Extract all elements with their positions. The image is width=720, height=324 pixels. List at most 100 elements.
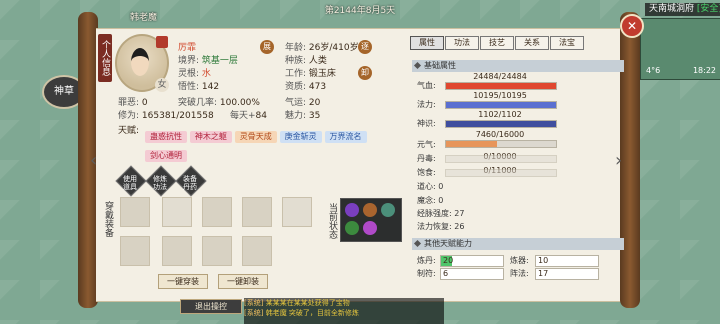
sense-bar: [445, 120, 557, 128]
yuan-bar-fill: [446, 141, 498, 147]
pill-poison-label: 丹毒:: [417, 154, 436, 163]
insight-row: 悟性: 142: [178, 82, 220, 92]
alchemy-label: 炼丹:: [417, 256, 436, 265]
luck-row: 气运: 20: [285, 98, 321, 108]
close-icon[interactable]: ✕: [620, 14, 644, 38]
minimap[interactable]: 4°6 18:22: [640, 18, 720, 80]
formation-value: 17: [535, 268, 599, 280]
status-tab: 当前状态: [327, 203, 337, 239]
recovery-row: 法力恢复: 26: [417, 222, 465, 231]
pill-poison-bar: [445, 155, 557, 163]
expand-button[interactable]: 展: [260, 40, 274, 54]
tab-personal-info[interactable]: 个人信息: [98, 34, 112, 82]
hunger-bar: [445, 169, 557, 177]
chat-line-2: [系统] 韩老魔 突破了，目前全新修炼: [244, 309, 359, 317]
minimap-coordinate: 4°6: [646, 66, 661, 75]
job-row: 工作: 锻玉床: [285, 69, 336, 79]
buff-icon-3[interactable]: [381, 203, 395, 217]
exit-control-button[interactable]: 退出操控: [180, 299, 242, 314]
train-skill-label: 修炼功法: [153, 175, 167, 191]
yuan-label: 元气:: [417, 140, 436, 149]
game-date: 第2144年8月5天: [324, 6, 396, 16]
equip-all-button[interactable]: 一键穿装: [158, 274, 208, 289]
hp-value: 24484/24484: [473, 72, 527, 81]
basic-attributes-header: 基础属性: [412, 60, 624, 72]
equip-slot-7[interactable]: [162, 236, 192, 266]
minimap-time: 18:22: [692, 66, 716, 75]
hp-bar: [445, 82, 557, 90]
mp-bar: [445, 101, 557, 109]
daily-row: 每天+84: [230, 111, 267, 121]
other-talents-header: 其他天赋能力: [412, 238, 624, 250]
meridian-row: 经脉强度: 27: [417, 209, 465, 218]
aptitude-row: 资质: 473: [285, 82, 327, 92]
hp-bar-fill: [446, 83, 556, 89]
chevron-right-icon[interactable]: ›: [615, 150, 627, 172]
status-icons: [340, 198, 402, 242]
equip-slot-1[interactable]: [120, 197, 150, 227]
chase-button[interactable]: 逐: [358, 40, 372, 54]
equip-slot-3[interactable]: [202, 197, 232, 227]
profile-name: 厉霏: [178, 43, 197, 53]
talisman-label: 制符:: [417, 269, 436, 278]
diamond-icon: [413, 61, 422, 70]
sense-value: 1102/1102: [478, 110, 522, 119]
talent-tag-5[interactable]: 万界流名: [324, 131, 367, 143]
equip-slot-6[interactable]: [120, 236, 150, 266]
talent-tag-2[interactable]: 神木之躯: [189, 131, 232, 143]
location-label[interactable]: 天南城洞府 [安全]: [645, 3, 720, 16]
sense-bar-fill: [446, 121, 556, 127]
tab-skills[interactable]: 功法: [445, 36, 479, 50]
sense-label: 神识:: [417, 119, 436, 128]
equip-slot-4[interactable]: [242, 197, 272, 227]
forging-label: 炼器:: [510, 256, 529, 265]
equip-slot-5[interactable]: [282, 197, 312, 227]
tab-arts[interactable]: 技艺: [480, 36, 514, 50]
break-row: 突破几率: 100.00%: [178, 98, 260, 108]
alchemy-value: 20: [440, 255, 504, 267]
talent-tag-3[interactable]: 灵骨天成: [234, 131, 277, 143]
equip-slot-9[interactable]: [242, 236, 272, 266]
chat-line-1: [系统] 某某某在某某处获得了宝物: [244, 299, 350, 307]
use-item-label: 使用道具: [123, 175, 137, 191]
yuan-value: 7460/16000: [475, 130, 525, 139]
talent-row-2: 剑心通明: [145, 150, 187, 162]
realm-row: 境界: 筑基一层: [178, 56, 238, 66]
buff-icon-2[interactable]: [363, 203, 377, 217]
daoxin-row: 道心: 0: [417, 182, 444, 191]
chevron-left-icon[interactable]: ‹: [90, 150, 102, 172]
buff-icon-1[interactable]: [345, 203, 359, 217]
unload-button[interactable]: 卸: [358, 66, 372, 80]
talent-tag-6[interactable]: 剑心通明: [145, 150, 187, 162]
talent-list: 蛊惑抗性 神木之躯 灵骨天成 庚金斩灵 万界流名: [145, 131, 395, 143]
mo-row: 魔念: 0: [417, 196, 444, 205]
equip-slot-2[interactable]: [162, 197, 192, 227]
equip-tab: 穿戴装备: [103, 201, 113, 237]
talent-tag-1[interactable]: 蛊惑抗性: [145, 131, 187, 143]
location-name: 天南城洞府: [649, 4, 695, 14]
sect-badge-icon: [156, 36, 168, 48]
tab-relations[interactable]: 关系: [515, 36, 549, 50]
charm-row: 魅力: 35: [285, 111, 321, 121]
tab-treasures[interactable]: 法宝: [550, 36, 584, 50]
cultivation-row: 修为: 165381/201558: [118, 111, 214, 121]
talent-tag-4[interactable]: 庚金斩灵: [279, 131, 322, 143]
tab-attributes[interactable]: 属性: [410, 36, 444, 50]
race-row: 种族: 人类: [285, 56, 327, 66]
right-tab-bar: 属性 功法 技艺 关系 法宝: [410, 36, 585, 50]
forging-value: 10: [535, 255, 599, 267]
action-button-row: 使用道具 修炼功法 装备丹药: [115, 165, 230, 197]
talisman-value: 6: [440, 268, 504, 280]
hp-label: 气血:: [417, 81, 436, 90]
buff-icon-5[interactable]: [363, 221, 377, 235]
equip-slot-8[interactable]: [202, 236, 232, 266]
hunger-label: 饱食:: [417, 168, 436, 177]
chat-log[interactable]: [系统] 某某某在某某处获得了宝物 [系统] 韩老魔 突破了，目前全新修炼: [244, 298, 444, 324]
buff-icon-4[interactable]: [345, 221, 359, 235]
age-row: 年龄: 26岁/410岁: [285, 43, 359, 53]
unequip-all-button[interactable]: 一键卸装: [218, 274, 268, 289]
mp-bar-fill: [446, 102, 556, 108]
talent-label: 天赋:: [118, 126, 140, 136]
character-name: 韩老魔: [130, 13, 158, 23]
diamond-icon: [413, 239, 422, 248]
